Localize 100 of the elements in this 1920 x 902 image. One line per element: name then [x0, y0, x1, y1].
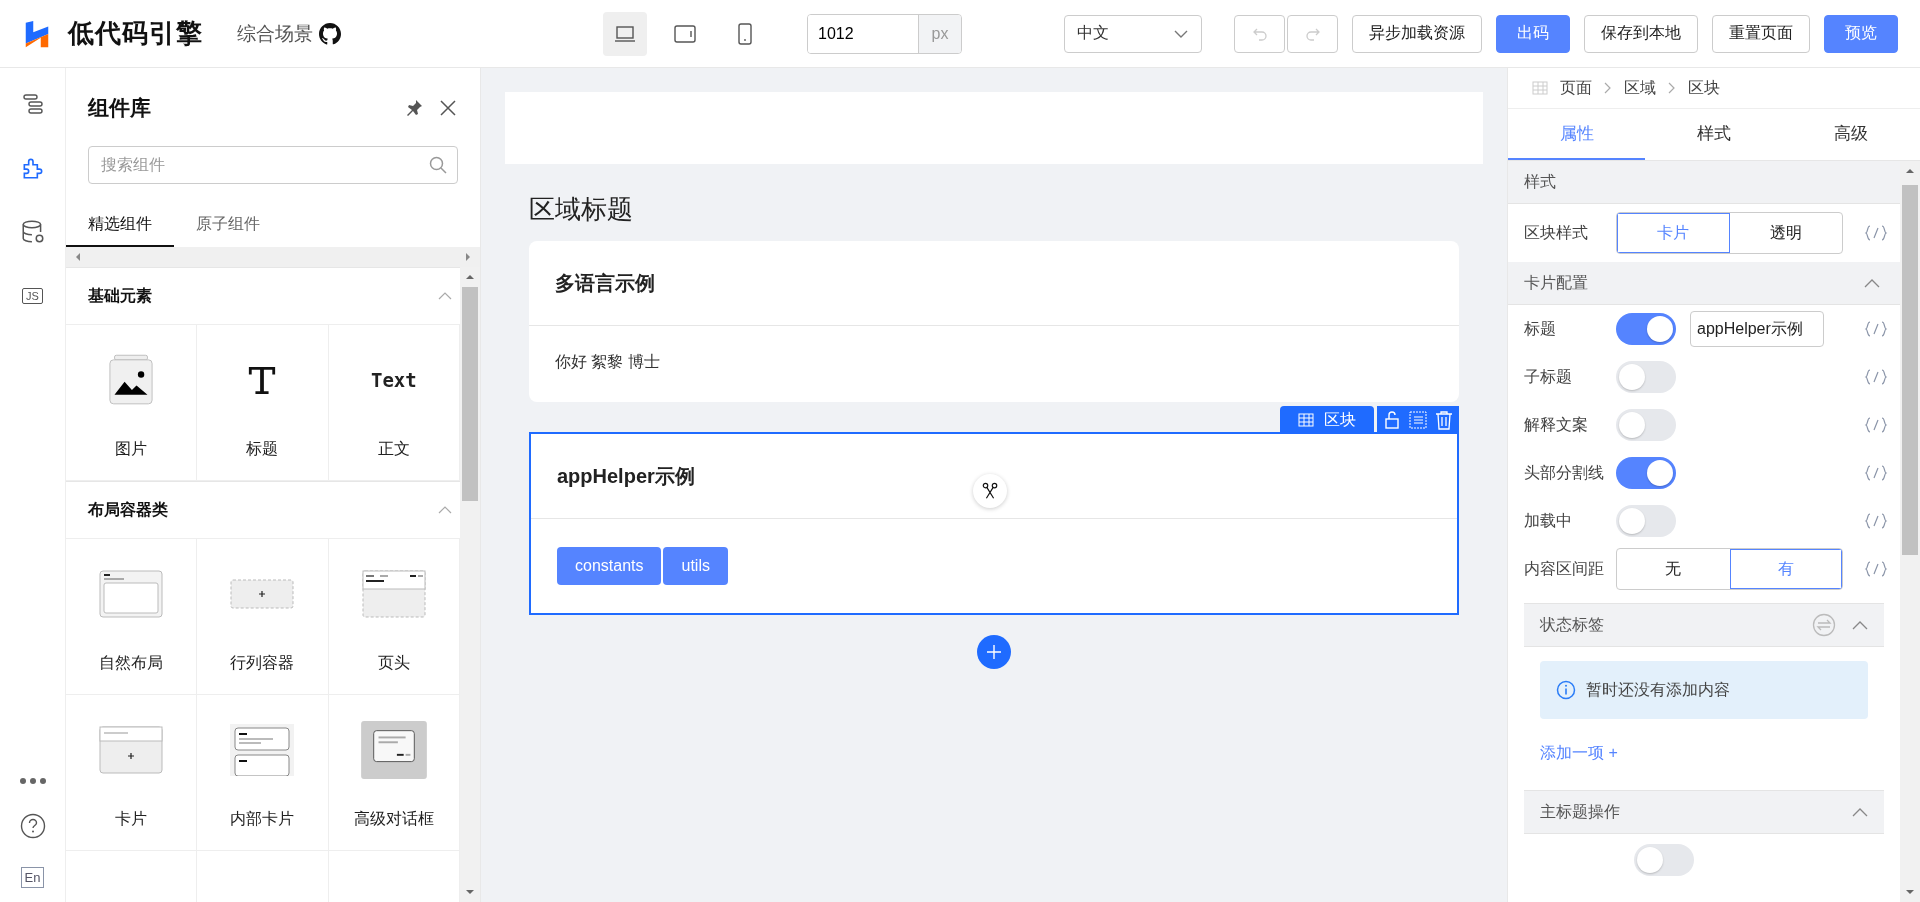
code-binding-icon[interactable] — [1864, 369, 1888, 385]
component-label: 卡片 — [115, 809, 148, 829]
component-label: 标题 — [246, 439, 279, 459]
vertical-scrollbar[interactable] — [460, 267, 480, 902]
component-item[interactable]: 标题 — [197, 325, 329, 481]
library-tab[interactable]: 原子组件 — [174, 206, 282, 247]
code-binding-icon[interactable] — [1864, 561, 1888, 577]
database-icon — [19, 219, 46, 245]
notice-text: 暂时还没有添加内容 — [1586, 679, 1730, 700]
component-label: 自然布局 — [99, 653, 164, 673]
segment-option[interactable]: 无 — [1617, 549, 1730, 589]
device-button[interactable] — [603, 11, 647, 56]
search-icon — [428, 155, 448, 175]
subsection-header[interactable]: 状态标签 — [1524, 603, 1884, 647]
toggle-switch[interactable] — [1616, 457, 1676, 489]
component-item[interactable]: 高级对话框 — [328, 695, 460, 851]
toolbar-button[interactable]: 重置页面 — [1712, 14, 1810, 53]
cut-button[interactable] — [973, 474, 1007, 508]
unit-label: px — [918, 14, 961, 53]
code-binding-icon[interactable] — [1864, 465, 1888, 481]
text-glyph: Text — [370, 369, 417, 391]
undo-button[interactable] — [1234, 14, 1285, 53]
github-icon[interactable] — [319, 22, 341, 45]
search-field[interactable]: 搜索组件 — [88, 146, 458, 184]
component-item[interactable]: 页头 — [328, 539, 460, 695]
horizontal-scrollbar[interactable] — [66, 247, 480, 267]
card-title: 多语言示例 — [555, 270, 655, 296]
language-button[interactable]: En — [20, 867, 45, 888]
add-button[interactable] — [977, 635, 1011, 669]
toolbar-button[interactable]: 保存到本地 — [1584, 14, 1698, 53]
breadcrumb-link[interactable]: 页面 — [1560, 77, 1592, 99]
copy-icon[interactable] — [1407, 409, 1429, 431]
component-item[interactable]: 行列容器 — [197, 539, 329, 695]
field-label: 加载中 — [1524, 510, 1573, 531]
letter-t-icon — [247, 364, 278, 396]
close-icon[interactable] — [438, 98, 458, 118]
outline-icon — [20, 92, 45, 116]
component-item[interactable]: 卡片 — [66, 695, 198, 851]
field-label: 解释文案 — [1524, 414, 1589, 435]
segment-option[interactable]: 卡片 — [1617, 213, 1730, 253]
trash-icon[interactable] — [1433, 409, 1455, 431]
component-label: 高级对话框 — [353, 809, 434, 829]
toolbar-button[interactable]: 异步加载资源 — [1352, 14, 1482, 53]
toggle-switch[interactable] — [1616, 505, 1676, 537]
scenario-label[interactable]: 综合场景 — [237, 20, 313, 47]
chevron-icon[interactable] — [1852, 807, 1868, 817]
chevron-icon[interactable] — [1864, 278, 1880, 288]
component-item[interactable]: 图片 — [66, 325, 198, 481]
section-title: 样式 — [1524, 171, 1556, 192]
chevron-icon[interactable] — [438, 292, 452, 300]
toggle-switch[interactable] — [1616, 361, 1676, 393]
code-binding-icon[interactable] — [1864, 417, 1888, 433]
title-input[interactable]: appHelper示例 — [1690, 311, 1824, 347]
chevron-icon[interactable] — [1852, 620, 1868, 630]
page-header-icon — [361, 570, 426, 618]
breadcrumb-link[interactable]: 区块 — [1688, 77, 1720, 99]
panel-title: 组件库 — [88, 95, 152, 121]
card-title: appHelper示例 — [557, 463, 695, 489]
component-item[interactable]: 自然布局 — [66, 539, 198, 695]
dialog-icon — [360, 721, 427, 779]
image-icon — [109, 354, 154, 406]
add-item-link[interactable]: 添加一项 + — [1540, 743, 1618, 764]
breadcrumb-link[interactable]: 区域 — [1624, 77, 1656, 99]
language-select[interactable]: 中文 — [1064, 14, 1202, 53]
section-header[interactable]: 样式 — [1508, 161, 1900, 204]
component-label: 内部卡片 — [230, 809, 295, 829]
field-label: 子标题 — [1524, 366, 1573, 387]
table-icon — [1532, 81, 1548, 95]
width-field[interactable]: 1012 px — [807, 13, 962, 54]
field-label: 标题 — [1524, 318, 1557, 339]
content-card[interactable]: 多语言示例 你好 絮黎 博士 — [529, 241, 1459, 402]
rail-tab[interactable]: JS — [14, 278, 51, 314]
plus-icon — [984, 642, 1004, 662]
toggle-switch[interactable] — [1616, 409, 1676, 441]
code-binding-icon[interactable] — [1864, 321, 1888, 337]
segment-option[interactable]: 有 — [1729, 549, 1842, 589]
selection-badge[interactable]: 区块 — [1280, 406, 1374, 434]
logo-text: 低代码引擎 — [68, 17, 203, 50]
settings-tab[interactable]: 高级 — [1782, 109, 1920, 160]
segment-option[interactable]: 透明 — [1729, 213, 1842, 253]
component-item[interactable]: 内部卡片 — [197, 695, 329, 851]
component-label: 行列容器 — [230, 653, 295, 673]
section-header[interactable]: 卡片配置 — [1508, 262, 1900, 305]
component-item[interactable]: Text 正文 — [328, 325, 460, 481]
toggle-switch[interactable] — [1634, 844, 1694, 876]
more-icon[interactable] — [18, 777, 47, 785]
card-icon — [99, 726, 164, 774]
code-binding-icon[interactable] — [1864, 513, 1888, 529]
chevron-icon[interactable] — [438, 506, 452, 514]
card-text: 你好 絮黎 博士 — [555, 353, 660, 370]
code-binding-icon[interactable] — [1864, 225, 1888, 241]
swap-icon[interactable] — [1812, 613, 1836, 637]
subsection-header[interactable]: 主标题操作 — [1524, 790, 1884, 834]
chevron-right-icon — [1604, 82, 1612, 94]
content-card[interactable]: appHelper示例 constants utils — [529, 432, 1459, 615]
help-icon[interactable] — [19, 813, 46, 839]
settings-tab[interactable]: 样式 — [1645, 109, 1783, 160]
vertical-scrollbar[interactable] — [1900, 161, 1920, 902]
toggle-switch[interactable] — [1616, 313, 1676, 345]
redo-button[interactable] — [1287, 14, 1338, 53]
